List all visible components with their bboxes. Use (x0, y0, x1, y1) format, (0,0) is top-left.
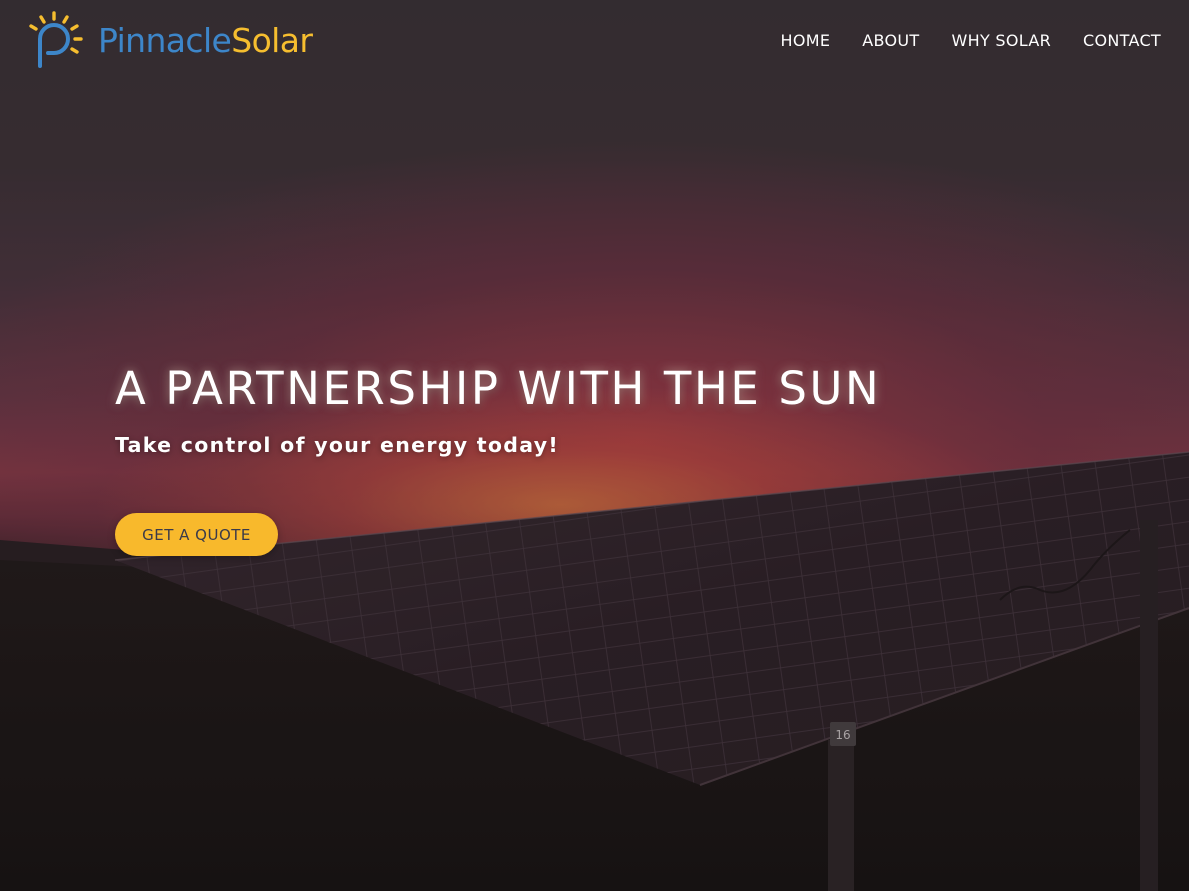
nav-home-link[interactable]: HOME (781, 31, 831, 50)
nav-about-link[interactable]: ABOUT (862, 31, 919, 50)
brand-name-part2: Solar (231, 20, 313, 60)
hero-section: 16 Pinnacle Solar HOME ABOUT WHY SOLAR C… (0, 0, 1189, 891)
sun-pin-icon (29, 11, 83, 68)
main-nav: HOME ABOUT WHY SOLAR CONTACT (781, 31, 1161, 50)
site-header: Pinnacle Solar HOME ABOUT WHY SOLAR CONTA… (0, 0, 1189, 84)
hero-headline: A PARTNERSHIP WITH THE SUN (115, 362, 882, 415)
brand-name-part1: Pinnacle (98, 20, 232, 60)
brand-name: Pinnacle Solar (98, 20, 313, 60)
hero-subheadline: Take control of your energy today! (115, 433, 560, 457)
nav-contact-link[interactable]: CONTACT (1083, 31, 1161, 50)
get-a-quote-button[interactable]: GET A QUOTE (115, 513, 278, 556)
brand-logo[interactable]: Pinnacle Solar (26, 10, 313, 70)
nav-why-solar-link[interactable]: WHY SOLAR (952, 31, 1052, 50)
